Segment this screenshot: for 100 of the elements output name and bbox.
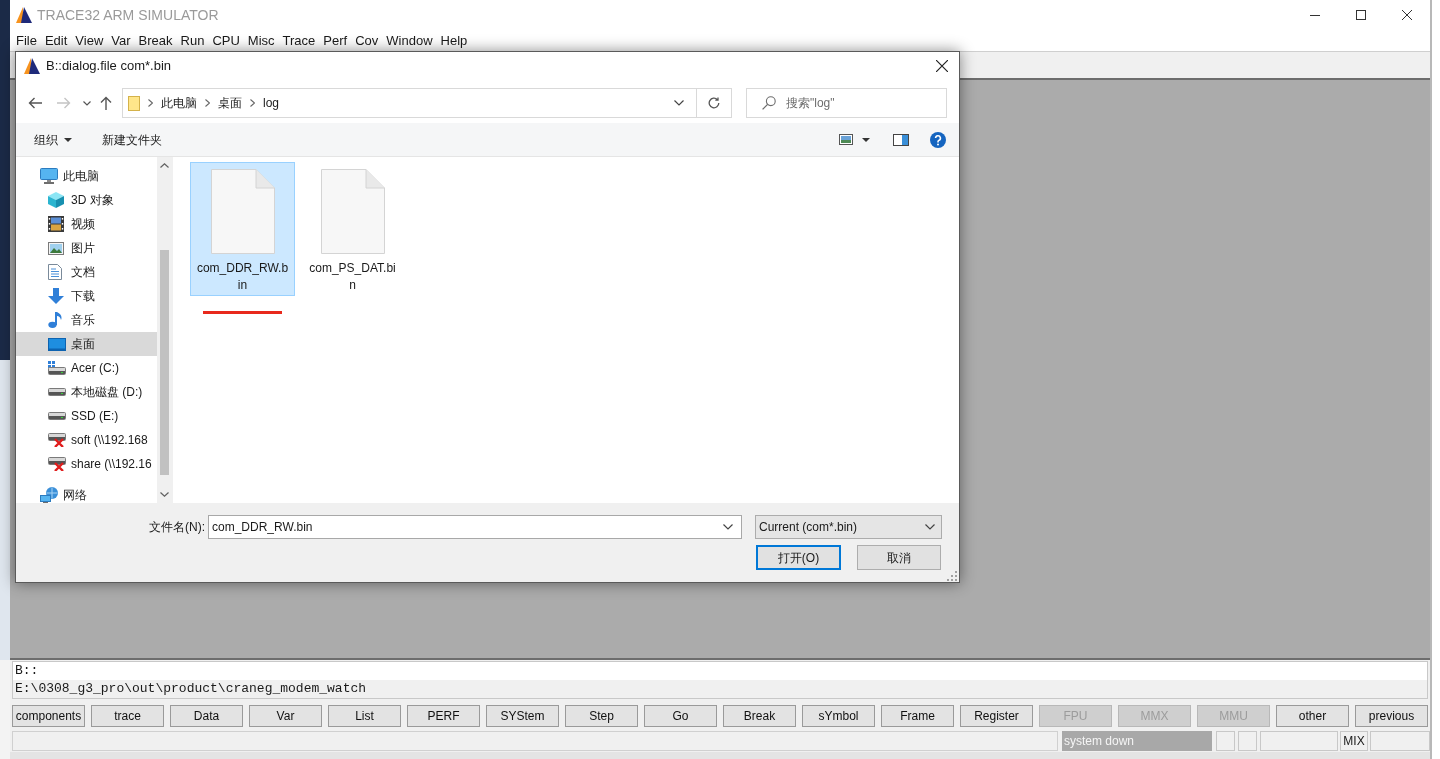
nav-item[interactable]: share (\\192.16	[16, 452, 157, 476]
filename-field[interactable]: com_DDR_RW.bin	[208, 515, 742, 539]
window-title: TRACE32 ARM SIMULATOR	[37, 5, 219, 25]
right-arrow-icon	[57, 97, 71, 109]
command-input[interactable]: B::	[13, 662, 1427, 680]
pane-icon	[893, 133, 909, 146]
breadcrumb-item[interactable]: log	[263, 94, 279, 112]
softkey-button[interactable]: Data	[170, 704, 243, 727]
softkey-button[interactable]: Go	[644, 704, 717, 727]
command-output: E:\0308_g3_pro\out\product\craneg_modem_watch	[15, 681, 367, 697]
menu-item[interactable]: View	[71, 31, 108, 50]
scroll-down-icon[interactable]	[160, 492, 169, 497]
chevron-right-icon	[250, 99, 255, 107]
softkey-button[interactable]: PERF	[407, 704, 480, 727]
softkey-button[interactable]: Register	[960, 704, 1033, 727]
document-tile[interactable]: com_PS_DAT.bin	[300, 162, 405, 296]
nav-item[interactable]: 图片	[16, 236, 157, 260]
menu-item[interactable]: CPU	[208, 31, 244, 50]
refresh-button[interactable]	[697, 88, 732, 118]
nav-item[interactable]: 网络	[16, 483, 157, 503]
scrollbar[interactable]	[157, 157, 172, 503]
nav-item[interactable]: 音乐	[16, 308, 157, 332]
status-field	[1216, 730, 1235, 751]
cube-icon	[48, 192, 64, 208]
menu-item[interactable]: File	[12, 31, 41, 50]
menu-item[interactable]: Var	[107, 31, 135, 50]
softkey-button[interactable]: sYmbol	[802, 704, 875, 727]
dropdown-chevron-icon	[925, 524, 935, 530]
menu-item[interactable]: Edit	[40, 31, 72, 50]
help-button[interactable]	[930, 131, 946, 148]
dialog-button[interactable]: 取消	[857, 545, 941, 570]
scroll-up-icon[interactable]	[160, 163, 169, 168]
hard-drive-icon	[48, 412, 66, 420]
nav-item[interactable]: 桌面	[16, 332, 157, 356]
dialog-button[interactable]: 打开(O)	[756, 545, 841, 570]
menu-item[interactable]: Cov	[351, 31, 383, 50]
scrollbar-thumb[interactable]	[160, 250, 169, 475]
refresh-icon	[708, 97, 720, 109]
app-logo	[16, 7, 32, 23]
chevron-right-icon	[148, 99, 153, 107]
caret-down-icon	[862, 137, 870, 142]
softkey-button[interactable]: Frame	[881, 704, 954, 727]
up-arrow-icon	[100, 96, 112, 110]
organize-menu-button[interactable]: 组织	[34, 130, 72, 149]
blank-page-icon	[320, 169, 385, 254]
nav-item[interactable]: Acer (C:)	[16, 356, 157, 380]
softkey-button[interactable]: List	[328, 704, 401, 727]
document-icon	[48, 264, 62, 280]
monitor-icon	[40, 168, 58, 184]
caret-down-icon	[64, 137, 72, 142]
softkey-button[interactable]: components	[12, 704, 85, 727]
softkey-button[interactable]: trace	[91, 704, 164, 727]
menu-item[interactable]: Perf	[319, 31, 352, 50]
softkey-button[interactable]: previous	[1355, 704, 1428, 727]
menu-item[interactable]: Misc	[243, 31, 279, 50]
help-icon	[930, 131, 946, 148]
maximize-icon	[1356, 10, 1366, 20]
nav-item[interactable]: 视频	[16, 212, 157, 236]
softkey-button[interactable]: other	[1276, 704, 1349, 727]
menu-item[interactable]: Break	[134, 31, 177, 50]
nav-item[interactable]: 3D 对象	[16, 188, 157, 212]
new-folder-button[interactable]: 新建文件夹	[102, 130, 162, 149]
menu-item[interactable]: Trace	[278, 31, 320, 50]
breadcrumb-item[interactable]: 桌面	[218, 94, 242, 112]
down-arrow-icon	[48, 288, 64, 304]
address-bar[interactable]: 此电脑 桌面 log	[122, 88, 697, 118]
chevron-down-icon	[83, 100, 91, 106]
menu-item[interactable]: Window	[382, 31, 437, 50]
nav-item[interactable]: soft (\\192.168	[16, 428, 157, 452]
softkey-button[interactable]: Var	[249, 704, 322, 727]
file-type-dropdown[interactable]: Current (com*.bin)	[755, 515, 942, 539]
folder-icon	[128, 95, 140, 111]
status-field	[1370, 730, 1430, 751]
search-icon	[762, 96, 776, 110]
nav-item[interactable]: SSD (E:)	[16, 404, 157, 428]
film-icon	[48, 216, 64, 232]
search-field[interactable]: 搜索"log"	[746, 88, 947, 118]
menu-item[interactable]: Run	[176, 31, 209, 50]
view-options-button[interactable]	[839, 134, 870, 145]
dropdown-chevron-icon	[723, 524, 733, 530]
view-icon	[839, 134, 853, 145]
address-dropdown-icon	[674, 100, 684, 106]
breadcrumb-item[interactable]: 此电脑	[161, 94, 197, 112]
chevron-right-icon	[205, 99, 210, 107]
menu-item[interactable]: Help	[436, 31, 472, 50]
softkey-button[interactable]: Break	[723, 704, 796, 727]
left-arrow-icon	[28, 97, 42, 109]
softkey-button[interactable]: SYStem	[486, 704, 559, 727]
minimize-icon	[1310, 14, 1320, 16]
nav-item[interactable]: 下载	[16, 284, 157, 308]
blank-page-icon	[210, 169, 275, 254]
softkey-button[interactable]: Step	[565, 704, 638, 727]
nav-item[interactable]: 文档	[16, 260, 157, 284]
hard-drive-icon	[48, 361, 66, 375]
document-tile[interactable]: com_DDR_RW.bin	[190, 162, 295, 296]
nav-item[interactable]: 此电脑	[16, 164, 157, 188]
dialog-logo	[24, 58, 40, 74]
nav-item[interactable]: 本地磁盘 (D:)	[16, 380, 157, 404]
drive-with-cross-icon	[48, 433, 66, 447]
preview-pane-button[interactable]	[893, 133, 909, 146]
